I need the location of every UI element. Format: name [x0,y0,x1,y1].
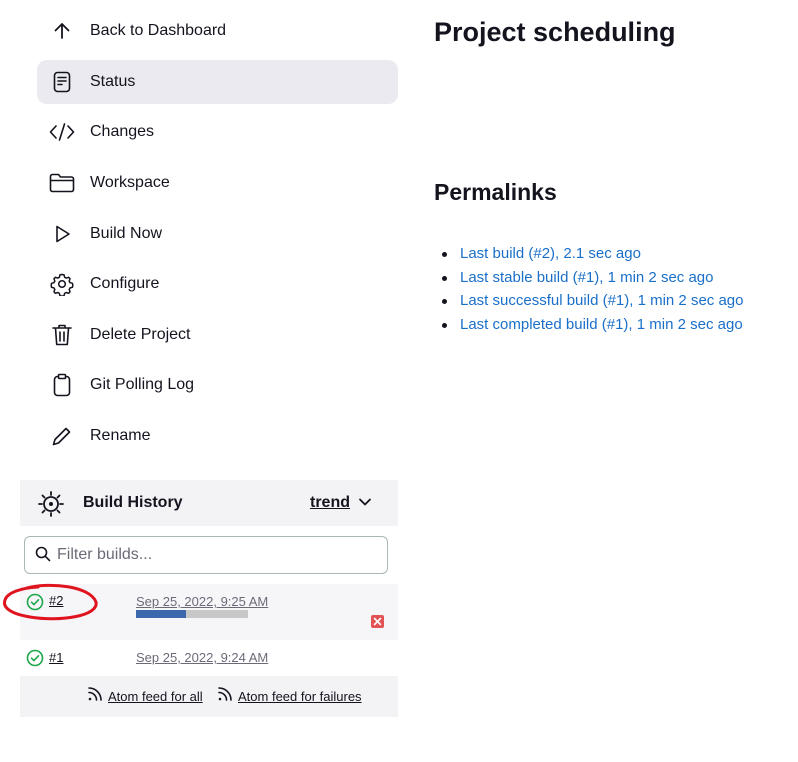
sidebar-item-delete-project[interactable]: Delete Project [37,313,398,357]
sidebar-item-label: Configure [90,275,160,292]
cancel-build-button[interactable] [371,615,384,628]
sidebar-item-configure[interactable]: Configure [37,262,398,306]
search-icon [35,546,51,567]
permalinks-heading: Permalinks [434,179,557,205]
permalink-last-completed-build[interactable]: Last completed build (#1), 1 min 2 sec a… [460,316,743,333]
sidebar-item-label: Git Polling Log [90,376,195,393]
build-date-link[interactable]: Sep 25, 2022, 9:24 AM [136,650,268,665]
build-history-header: Build History trend [20,480,398,526]
sidebar-item-build-now[interactable]: Build Now [37,212,398,256]
build-progress-bar [136,610,248,618]
build-history-icon [38,491,64,522]
sidebar-item-label: Rename [90,427,151,444]
filter-builds-input[interactable] [57,543,377,567]
list-item: Last completed build (#1), 1 min 2 sec a… [441,316,743,340]
build-date-link[interactable]: Sep 25, 2022, 9:25 AM [136,594,268,609]
sidebar-item-label: Status [90,73,136,90]
list-item: Last successful build (#1), 1 min 2 sec … [441,292,743,316]
filter-builds-field[interactable] [24,536,388,574]
sidebar-item-label: Build Now [90,225,163,242]
sidebar-item-label: Workspace [90,174,170,191]
play-icon [49,222,75,246]
build-number-link[interactable]: #1 [49,650,63,665]
success-check-icon [26,649,44,672]
sidebar-item-git-polling-log[interactable]: Git Polling Log [37,363,398,407]
permalink-last-build[interactable]: Last build (#2), 2.1 sec ago [460,245,641,262]
pencil-icon [49,424,75,448]
permalink-last-stable-build[interactable]: Last stable build (#1), 1 min 2 sec ago [460,269,713,286]
atom-feed-failures-link[interactable]: Atom feed for failures [238,689,362,704]
sidebar-item-label: Back to Dashboard [90,22,227,39]
build-number-link[interactable]: #2 [49,593,63,608]
sidebar-item-rename[interactable]: Rename [37,414,398,458]
arrow-up-icon [49,19,75,43]
permalinks-list: Last build (#2), 2.1 sec ago Last stable… [441,245,743,340]
build-history-panel: Build History trend #2 Sep 25, 2022, 9:2… [20,480,398,717]
sidebar-item-label: Changes [90,123,155,140]
rss-icon [87,686,103,707]
sidebar-item-label: Delete Project [90,326,191,343]
folder-icon [49,171,75,195]
sidebar-item-workspace[interactable]: Workspace [37,161,398,205]
sidebar-item-back-to-dashboard[interactable]: Back to Dashboard [37,9,398,53]
code-icon [49,120,75,144]
trash-icon [49,323,75,347]
success-check-icon [26,593,44,616]
chevron-down-icon[interactable] [358,495,372,514]
document-icon [49,70,75,94]
sidebar-item-changes[interactable]: Changes [37,110,398,154]
clipboard-icon [49,373,75,397]
page-title: Project scheduling [434,17,676,47]
build-row-1: #1 Sep 25, 2022, 9:24 AM [20,640,398,676]
gear-icon [49,272,75,296]
atom-feeds-bar: Atom feed for all Atom feed for failures [20,676,398,717]
atom-feed-all-link[interactable]: Atom feed for all [108,689,203,704]
permalink-last-successful-build[interactable]: Last successful build (#1), 1 min 2 sec … [460,292,743,309]
list-item: Last build (#2), 2.1 sec ago [441,245,743,269]
build-row-2: #2 Sep 25, 2022, 9:25 AM [20,584,398,640]
list-item: Last stable build (#1), 1 min 2 sec ago [441,269,743,293]
build-progress-fill [136,610,187,618]
rss-icon [217,686,233,707]
build-history-title: Build History [83,494,183,511]
sidebar-item-status[interactable]: Status [37,60,398,104]
trend-link[interactable]: trend [310,494,350,512]
